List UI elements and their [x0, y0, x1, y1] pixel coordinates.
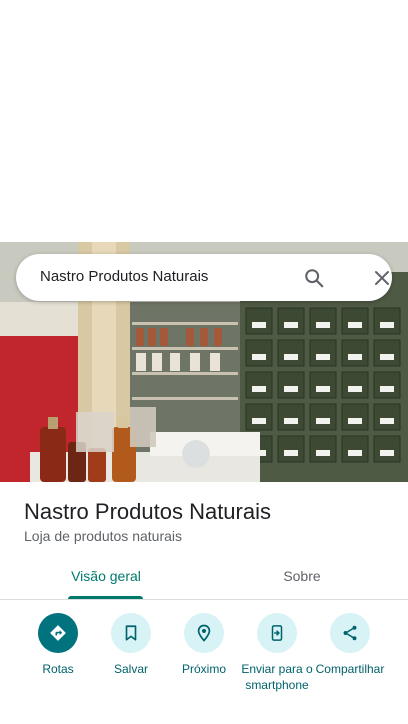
- nearby-button[interactable]: Próximo: [164, 613, 244, 677]
- tab-about[interactable]: Sobre: [200, 553, 404, 599]
- tab-selected-indicator: [68, 596, 143, 599]
- place-category: Loja de produtos naturais: [24, 528, 182, 544]
- send-to-phone-button[interactable]: Enviar para o smartphone: [237, 613, 317, 693]
- tab-overview[interactable]: Visão geral: [4, 553, 208, 599]
- nearby-label: Próximo: [181, 662, 226, 676]
- search-icon[interactable]: [300, 264, 328, 292]
- place-title: Nastro Produtos Naturais: [24, 499, 271, 524]
- directions-label: Rotas: [42, 662, 74, 676]
- send-to-phone-label: Enviar para o smartphone: [241, 662, 313, 692]
- place-tabs: Visão geral Sobre: [0, 553, 408, 600]
- share-button[interactable]: Compartilhar: [310, 613, 390, 677]
- nearby-icon: [184, 613, 224, 653]
- directions-icon: [38, 613, 78, 653]
- close-icon[interactable]: [368, 264, 396, 292]
- bookmark-icon: [111, 613, 151, 653]
- directions-button[interactable]: Rotas: [18, 613, 98, 677]
- send-to-phone-icon: [257, 613, 297, 653]
- search-input[interactable]: Nastro Produtos Naturais: [40, 268, 208, 285]
- share-label: Compartilhar: [315, 662, 385, 676]
- share-icon: [330, 613, 370, 653]
- search-bar[interactable]: Nastro Produtos Naturais: [16, 254, 392, 301]
- save-label: Salvar: [113, 662, 148, 676]
- save-button[interactable]: Salvar: [91, 613, 171, 677]
- action-bar: Rotas Salvar Próximo Enviar para o smart…: [0, 600, 408, 724]
